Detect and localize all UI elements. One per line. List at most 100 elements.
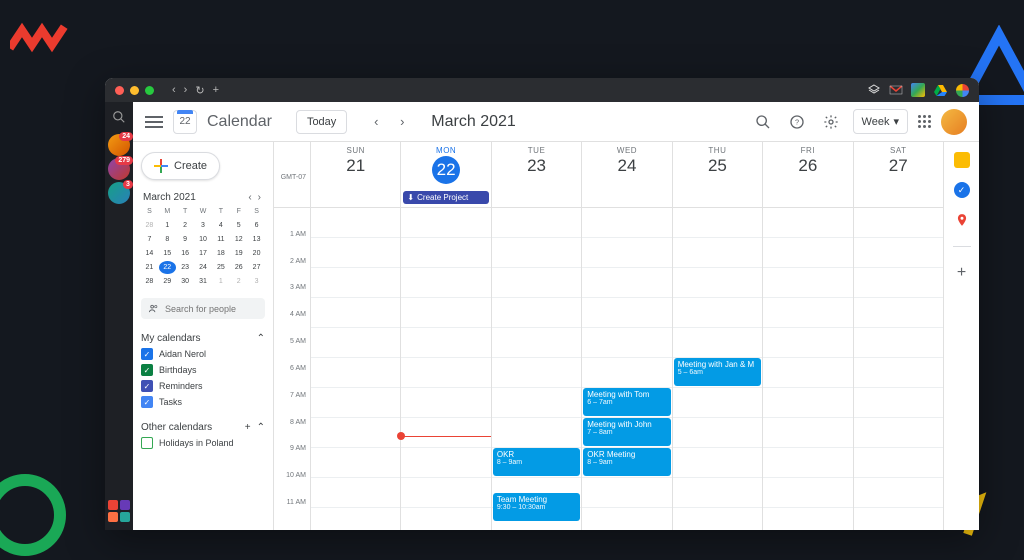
mini-cal-day[interactable]: 23 [177, 261, 194, 274]
day-column[interactable] [853, 208, 943, 530]
day-header[interactable]: SUN21 [310, 142, 400, 190]
mini-cal-day[interactable]: 25 [212, 261, 229, 274]
workspace-avatar[interactable]: 24 [108, 134, 130, 156]
window-maximize[interactable] [145, 86, 154, 95]
mini-cal-day[interactable]: 29 [159, 275, 176, 288]
mini-cal-day[interactable]: 11 [212, 233, 229, 246]
mini-cal-day[interactable]: 1 [159, 219, 176, 232]
mini-cal-day[interactable]: 31 [195, 275, 212, 288]
mini-cal-day[interactable]: 2 [230, 275, 247, 288]
today-button[interactable]: Today [296, 110, 347, 134]
user-avatar[interactable] [941, 109, 967, 135]
calendar-logo-icon[interactable]: 22 [173, 110, 197, 134]
help-button[interactable]: ? [785, 110, 809, 134]
search-people-field[interactable] [141, 298, 265, 319]
calendar-event[interactable]: OKR Meeting8 – 9am [583, 448, 670, 476]
other-calendars-header[interactable]: Other calendars + ⌃ [141, 418, 265, 437]
mini-cal-day[interactable]: 1 [212, 275, 229, 288]
mini-cal-day[interactable]: 3 [248, 275, 265, 288]
mini-cal-day[interactable]: 17 [195, 247, 212, 260]
allday-event[interactable]: ⬇Create Project [403, 191, 488, 204]
drive-icon[interactable] [933, 83, 947, 97]
allday-cell[interactable] [491, 190, 581, 207]
mini-cal-day[interactable]: 26 [230, 261, 247, 274]
calendar-small-icon[interactable] [911, 83, 925, 97]
mini-cal-day[interactable]: 2 [177, 219, 194, 232]
allday-cell[interactable] [672, 190, 762, 207]
mini-cal-day[interactable]: 9 [177, 233, 194, 246]
day-header[interactable]: WED24 [581, 142, 671, 190]
calendar-event[interactable]: Meeting with Tom6 – 7am [583, 388, 670, 416]
allday-cell[interactable] [762, 190, 852, 207]
nav-forward-icon[interactable]: › [184, 84, 188, 96]
mini-cal-day[interactable]: 5 [230, 219, 247, 232]
day-header[interactable]: MON22 [400, 142, 490, 190]
mini-cal-day[interactable]: 28 [141, 219, 158, 232]
mini-cal-day[interactable]: 10 [195, 233, 212, 246]
window-minimize[interactable] [130, 86, 139, 95]
mini-cal-day[interactable]: 6 [248, 219, 265, 232]
mini-cal-prev[interactable]: ‹ [246, 190, 253, 205]
mini-cal-day[interactable]: 22 [159, 261, 176, 274]
photos-icon[interactable] [955, 83, 969, 97]
mini-cal-next[interactable]: › [256, 190, 263, 205]
mini-cal-day[interactable]: 20 [248, 247, 265, 260]
allday-cell[interactable] [853, 190, 943, 207]
search-people-input[interactable] [165, 304, 258, 314]
mini-cal-day[interactable]: 13 [248, 233, 265, 246]
mini-cal-day[interactable]: 14 [141, 247, 158, 260]
mini-cal-day[interactable]: 27 [248, 261, 265, 274]
workspace-avatar[interactable]: 3 [108, 182, 130, 204]
stack-icon[interactable] [867, 83, 881, 97]
allday-cell[interactable] [310, 190, 400, 207]
mini-cal-day[interactable]: 15 [159, 247, 176, 260]
day-header[interactable]: TUE23 [491, 142, 581, 190]
calendar-checkbox[interactable]: ✓ [141, 364, 153, 376]
mini-cal-day[interactable]: 21 [141, 261, 158, 274]
nav-reload-icon[interactable]: ↻ [195, 84, 204, 97]
allday-cell[interactable]: ⬇Create Project [400, 190, 490, 207]
main-menu-icon[interactable] [145, 116, 163, 128]
day-header[interactable]: SAT27 [853, 142, 943, 190]
gmail-icon[interactable] [889, 83, 903, 97]
view-selector[interactable]: Week▾ [853, 109, 908, 134]
mini-cal-day[interactable]: 18 [212, 247, 229, 260]
mini-cal-day[interactable]: 16 [177, 247, 194, 260]
mini-cal-day[interactable]: 24 [195, 261, 212, 274]
add-addon-icon[interactable]: + [954, 265, 970, 281]
mini-cal-day[interactable]: 28 [141, 275, 158, 288]
workspace-avatar[interactable]: 279 [108, 158, 130, 180]
day-column[interactable] [762, 208, 852, 530]
keep-icon[interactable] [954, 152, 970, 168]
nav-new-tab-icon[interactable]: + [213, 84, 219, 96]
calendar-item[interactable]: ✓Aidan Nerol [141, 348, 265, 360]
mini-cal-day[interactable]: 19 [230, 247, 247, 260]
calendar-event[interactable]: Meeting with John7 – 8am [583, 418, 670, 446]
calendar-checkbox[interactable]: ✓ [141, 380, 153, 392]
mini-cal-day[interactable]: 4 [212, 219, 229, 232]
day-column[interactable]: Meeting with Tom6 – 7amMeeting with John… [581, 208, 671, 530]
day-column[interactable] [310, 208, 400, 530]
calendar-item[interactable]: ✓Reminders [141, 380, 265, 392]
nav-back-icon[interactable]: ‹ [172, 84, 176, 96]
window-close[interactable] [115, 86, 124, 95]
day-column[interactable]: Meeting with Jan & M5 – 6am [672, 208, 762, 530]
create-button[interactable]: Create [141, 152, 220, 180]
mini-cal-day[interactable]: 7 [141, 233, 158, 246]
mini-cal-day[interactable]: 8 [159, 233, 176, 246]
day-column[interactable]: OKR8 – 9am Team Meeting9:30 – 10:30am [491, 208, 581, 530]
mini-cal-day[interactable]: 3 [195, 219, 212, 232]
calendar-checkbox[interactable] [141, 437, 153, 449]
google-apps-button[interactable] [918, 115, 931, 128]
day-column[interactable] [400, 208, 490, 530]
settings-button[interactable] [819, 110, 843, 134]
tasks-icon[interactable]: ✓ [954, 182, 970, 198]
next-period-button[interactable]: › [391, 111, 413, 133]
calendar-item[interactable]: ✓Tasks [141, 396, 265, 408]
calendar-event[interactable]: Team Meeting9:30 – 10:30am [493, 493, 580, 521]
day-header[interactable]: THU25 [672, 142, 762, 190]
calendar-event[interactable]: OKR8 – 9am [493, 448, 580, 476]
mini-cal-day[interactable]: 30 [177, 275, 194, 288]
calendar-event[interactable]: Meeting with Jan & M5 – 6am [674, 358, 761, 386]
allday-cell[interactable] [581, 190, 671, 207]
